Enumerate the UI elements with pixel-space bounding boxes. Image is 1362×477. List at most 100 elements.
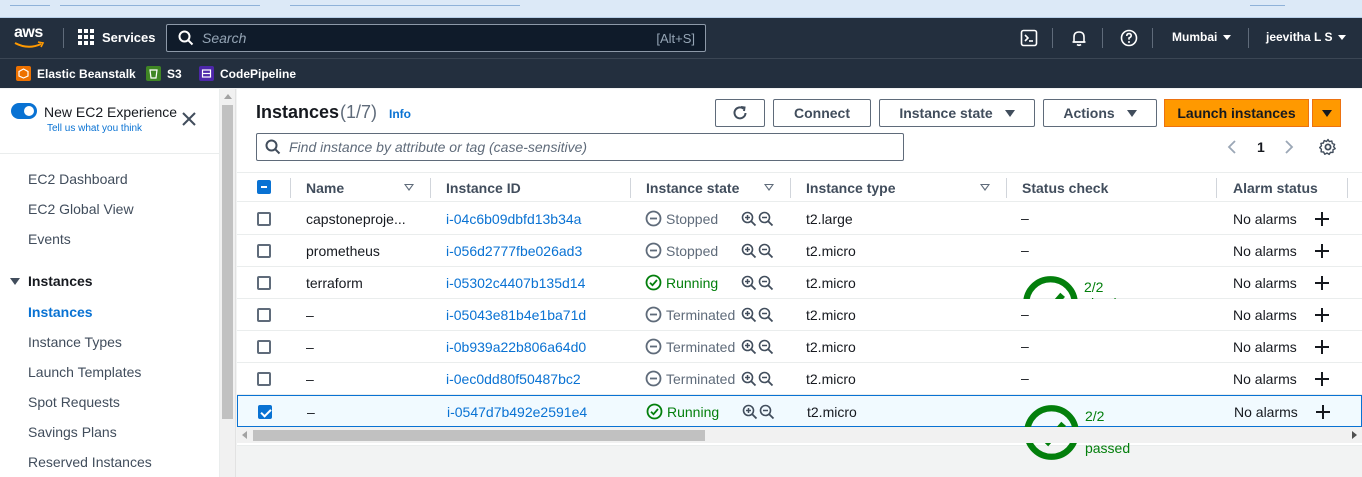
zoom-in-icon[interactable] <box>741 211 757 227</box>
new-experience-toggle[interactable] <box>11 103 37 119</box>
table-row[interactable]: capstoneproje... i-04c6b09dbfd13b34a Sto… <box>237 203 1362 235</box>
sidebar-item-instances[interactable]: Instances <box>28 304 93 320</box>
global-search[interactable]: [Alt+S] <box>166 24 706 52</box>
cloudshell-icon[interactable] <box>1020 29 1038 47</box>
zoom-out-icon[interactable] <box>758 211 774 227</box>
gear-icon[interactable] <box>1319 138 1337 156</box>
instance-id-link[interactable]: i-0547d7b492e2591e4 <box>447 404 587 420</box>
sidebar-item-savings-plans[interactable]: Savings Plans <box>28 424 117 440</box>
filter-input[interactable] <box>289 139 889 155</box>
row-checkbox[interactable] <box>257 276 271 290</box>
refresh-button[interactable] <box>715 99 765 127</box>
chevron-left-icon[interactable] <box>1227 140 1237 154</box>
zoom-out-icon[interactable] <box>758 371 774 387</box>
favorite-codepipeline[interactable]: CodePipeline <box>199 66 296 81</box>
instance-id-link[interactable]: i-04c6b09dbfd13b34a <box>446 211 581 227</box>
sidebar-item-ec2-dashboard[interactable]: EC2 Dashboard <box>28 171 128 187</box>
table-row[interactable]: – i-0ec0dd80f50487bc2 Terminated t2.micr… <box>237 363 1362 395</box>
instance-filter[interactable] <box>256 133 904 161</box>
scroll-left-arrow-icon[interactable] <box>242 431 247 439</box>
row-checkbox[interactable] <box>257 244 271 258</box>
add-alarm-icon[interactable] <box>1314 275 1330 291</box>
favorite-elastic-beanstalk[interactable]: Elastic Beanstalk <box>16 66 136 81</box>
zoom-out-icon[interactable] <box>758 275 774 291</box>
account-menu[interactable]: jeevitha L S <box>1266 30 1347 44</box>
add-alarm-icon[interactable] <box>1314 211 1330 227</box>
zoom-out-icon[interactable] <box>758 307 774 323</box>
zoom-in-icon[interactable] <box>741 307 757 323</box>
zoom-out-icon[interactable] <box>758 339 774 355</box>
sidebar-item-ec2-global-view[interactable]: EC2 Global View <box>28 201 134 217</box>
close-icon[interactable] <box>181 111 197 127</box>
status-check-label: – <box>1021 338 1029 354</box>
scroll-right-arrow-icon[interactable] <box>1352 431 1357 439</box>
zoom-in-icon[interactable] <box>741 371 757 387</box>
add-alarm-icon[interactable] <box>1314 307 1330 323</box>
sidebar-item-events[interactable]: Events <box>28 231 71 247</box>
search-input[interactable] <box>202 30 622 46</box>
zoom-in-icon[interactable] <box>742 404 758 420</box>
page-number[interactable]: 1 <box>1257 139 1265 155</box>
sort-icon[interactable] <box>764 184 774 191</box>
region-selector[interactable]: Mumbai <box>1172 30 1232 44</box>
add-alarm-icon[interactable] <box>1314 371 1330 387</box>
sidebar-item-spot-requests[interactable]: Spot Requests <box>28 394 120 410</box>
row-checkbox[interactable] <box>257 340 271 354</box>
info-link[interactable]: Info <box>389 107 411 121</box>
notifications-bell-icon[interactable] <box>1070 29 1088 47</box>
actions-dropdown[interactable]: Actions <box>1043 99 1157 127</box>
aws-logo[interactable]: aws <box>14 25 48 52</box>
scrollbar-thumb[interactable] <box>253 430 705 441</box>
connect-button[interactable]: Connect <box>773 99 871 127</box>
instance-id-link[interactable]: i-0ec0dd80f50487bc2 <box>446 371 581 387</box>
zoom-out-icon[interactable] <box>759 404 775 420</box>
column-header-instance-id[interactable]: Instance ID <box>446 180 521 196</box>
select-all-checkbox[interactable] <box>257 180 271 194</box>
feedback-link[interactable]: Tell us what you think <box>47 123 142 134</box>
add-alarm-icon[interactable] <box>1314 339 1330 355</box>
row-checkbox[interactable] <box>257 308 271 322</box>
instance-id-link[interactable]: i-0b939a22b806a64d0 <box>446 339 586 355</box>
sidebar-item-instance-types[interactable]: Instance Types <box>28 334 122 350</box>
zoom-in-icon[interactable] <box>741 275 757 291</box>
row-checkbox[interactable] <box>258 405 272 419</box>
table-row[interactable]: – i-05043e81b4e1ba71d Terminated t2.micr… <box>237 299 1362 331</box>
launch-options-dropdown[interactable] <box>1312 99 1341 127</box>
row-checkbox[interactable] <box>257 372 271 386</box>
instance-id-link[interactable]: i-056d2777fbe026ad3 <box>446 243 582 259</box>
add-alarm-icon[interactable] <box>1314 243 1330 259</box>
launch-instances-button[interactable]: Launch instances <box>1164 99 1309 127</box>
favorite-s3[interactable]: S3 <box>146 66 182 81</box>
services-menu[interactable]: Services <box>78 29 156 45</box>
help-icon[interactable] <box>1120 29 1138 47</box>
row-checkbox[interactable] <box>257 212 271 226</box>
sidebar-item-launch-templates[interactable]: Launch Templates <box>28 364 141 380</box>
instance-id-link[interactable]: i-05302c4407b135d14 <box>446 275 585 291</box>
chevron-right-icon[interactable] <box>1284 140 1294 154</box>
instance-state-dropdown[interactable]: Instance state <box>879 99 1035 127</box>
sidebar-section-instances[interactable]: Instances <box>10 273 93 289</box>
zoom-in-icon[interactable] <box>741 243 757 259</box>
table-row[interactable]: prometheus i-056d2777fbe026ad3 Stopped t… <box>237 235 1362 267</box>
stopped-icon <box>645 242 662 259</box>
column-header-instance-state[interactable]: Instance state <box>646 180 739 196</box>
column-header-alarm-status[interactable]: Alarm status <box>1233 180 1318 196</box>
column-header-name[interactable]: Name <box>306 180 344 196</box>
sort-icon[interactable] <box>980 184 990 191</box>
column-header-status-check[interactable]: Status check <box>1022 180 1108 196</box>
sidebar-item-reserved-instances[interactable]: Reserved Instances <box>28 454 152 470</box>
sidebar-scrollbar[interactable] <box>220 89 236 477</box>
zoom-out-icon[interactable] <box>758 243 774 259</box>
zoom-in-icon[interactable] <box>741 339 757 355</box>
table-horizontal-scrollbar[interactable] <box>237 427 1362 443</box>
scroll-up-arrow-icon[interactable] <box>224 94 232 99</box>
add-alarm-icon[interactable] <box>1315 404 1331 420</box>
sort-icon[interactable] <box>404 184 414 191</box>
instance-id-link[interactable]: i-05043e81b4e1ba71d <box>446 307 586 323</box>
scrollbar-thumb[interactable] <box>222 105 233 419</box>
table-row[interactable]: – i-0b939a22b806a64d0 Terminated t2.micr… <box>237 331 1362 363</box>
table-row[interactable]: – i-0547d7b492e2591e4 Running t2.micro 2… <box>237 395 1362 460</box>
column-header-instance-type[interactable]: Instance type <box>806 180 895 196</box>
nav-divider <box>1248 28 1249 48</box>
table-row[interactable]: terraform i-05302c4407b135d14 Running t2… <box>237 267 1362 331</box>
